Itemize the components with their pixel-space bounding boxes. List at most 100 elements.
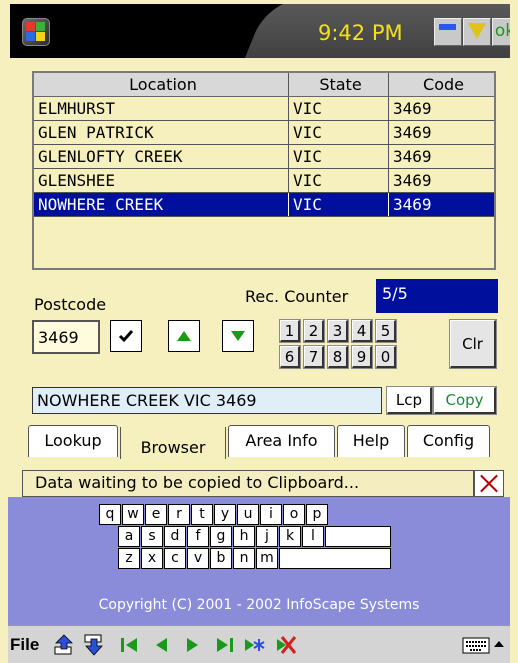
first-record-icon[interactable]: [118, 633, 142, 657]
confirm-button[interactable]: [110, 320, 142, 352]
key-p[interactable]: p: [306, 504, 328, 525]
key-space[interactable]: [279, 548, 391, 569]
table-row[interactable]: GLEN PATRICK VIC 3469: [34, 121, 494, 145]
key-k[interactable]: k: [279, 526, 301, 547]
keypad-button-3[interactable]: 3: [327, 319, 349, 343]
key-x[interactable]: x: [141, 548, 163, 569]
clear-button[interactable]: Clr: [449, 319, 497, 369]
key-b[interactable]: b: [210, 548, 232, 569]
grid-header: Location State Code: [34, 73, 494, 97]
keypad-button-1[interactable]: 1: [279, 319, 301, 343]
location-cell: ELMHURST: [34, 97, 289, 120]
keypad-button-7[interactable]: 7: [303, 345, 325, 369]
checkmark-icon: [118, 330, 134, 343]
keypad-button-8[interactable]: 8: [327, 345, 349, 369]
rec-counter-value: 5/5: [376, 279, 498, 313]
key-h[interactable]: h: [233, 526, 255, 547]
key-q[interactable]: q: [99, 504, 121, 525]
keypad-button-2[interactable]: 2: [303, 319, 325, 343]
keypad-button-5[interactable]: 5: [375, 319, 397, 343]
tab-config[interactable]: Config: [407, 425, 490, 457]
delete-record-icon[interactable]: [274, 633, 298, 657]
key-f[interactable]: f: [187, 526, 209, 547]
key-t[interactable]: t: [191, 504, 213, 525]
key-z[interactable]: z: [118, 548, 140, 569]
keypad-button-9[interactable]: 9: [351, 345, 373, 369]
key-o[interactable]: o: [283, 504, 305, 525]
title-bar: 9:42 PM ok: [10, 4, 510, 58]
key-r[interactable]: r: [168, 504, 190, 525]
input-menu-arrow-icon[interactable]: [492, 633, 506, 657]
column-header-state[interactable]: State: [289, 73, 389, 96]
keypad-button-0[interactable]: 0: [375, 345, 397, 369]
close-icon[interactable]: [474, 470, 504, 497]
table-row-selected[interactable]: NOWHERE CREEK VIC 3469: [34, 193, 494, 217]
code-cell: 3469: [393, 147, 432, 166]
rec-counter-label: Rec. Counter: [245, 287, 349, 306]
state-cell: VIC: [289, 97, 389, 120]
keypad-button-4[interactable]: 4: [351, 319, 373, 343]
previous-icon[interactable]: [150, 633, 174, 657]
ok-button[interactable]: ok: [492, 18, 510, 46]
key-i[interactable]: i: [260, 504, 282, 525]
key-s[interactable]: s: [141, 526, 163, 547]
next-icon[interactable]: [180, 633, 204, 657]
location-cell: GLENSHEE: [34, 169, 289, 192]
last-record-icon[interactable]: [212, 633, 236, 657]
key-e[interactable]: e: [145, 504, 167, 525]
clock[interactable]: 9:42 PM: [318, 21, 403, 45]
minimize-button[interactable]: [434, 18, 462, 46]
tab-area-info[interactable]: Area Info: [228, 425, 335, 457]
state-cell: VIC: [289, 145, 389, 168]
key-w[interactable]: w: [122, 504, 144, 525]
lcp-button[interactable]: Lcp: [386, 386, 433, 415]
code-cell: 3469: [393, 123, 432, 142]
key-n[interactable]: n: [233, 548, 255, 569]
key-enter[interactable]: [325, 526, 391, 547]
table-row[interactable]: ELMHURST VIC 3469: [34, 97, 494, 121]
keyboard-icon[interactable]: [462, 633, 490, 657]
code-cell: 3469: [393, 171, 432, 190]
start-menu-icon[interactable]: [22, 18, 50, 46]
postcode-label: Postcode: [34, 295, 107, 314]
key-y[interactable]: y: [214, 504, 236, 525]
tab-browser[interactable]: Browser: [120, 427, 226, 459]
import-down-icon[interactable]: [82, 633, 106, 657]
location-cell: NOWHERE CREEK: [34, 193, 289, 216]
state-cell: VIC: [289, 169, 389, 192]
bottom-toolbar: File: [8, 625, 510, 663]
column-header-code[interactable]: Code: [389, 73, 494, 96]
column-header-location[interactable]: Location: [34, 73, 289, 96]
key-j[interactable]: j: [256, 526, 278, 547]
key-u[interactable]: u: [237, 504, 259, 525]
next-record-button[interactable]: [222, 320, 254, 352]
key-g[interactable]: g: [210, 526, 232, 547]
previous-record-button[interactable]: [168, 320, 200, 352]
dropdown-menu-button[interactable]: [463, 18, 491, 46]
table-row[interactable]: GLENLOFTY CREEK VIC 3469: [34, 145, 494, 169]
postcode-input[interactable]: 3469: [32, 320, 100, 354]
copy-button[interactable]: Copy: [433, 386, 497, 415]
code-cell: 3469: [393, 195, 432, 214]
address-field[interactable]: NOWHERE CREEK VIC 3469: [32, 387, 382, 414]
key-d[interactable]: d: [164, 526, 186, 547]
state-cell: VIC: [289, 193, 389, 216]
key-m[interactable]: m: [256, 548, 278, 569]
key-v[interactable]: v: [187, 548, 209, 569]
code-cell: 3469: [393, 99, 432, 118]
arrow-down-icon: [231, 331, 245, 341]
table-row[interactable]: GLENSHEE VIC 3469: [34, 169, 494, 193]
keypad-button-6[interactable]: 6: [279, 345, 301, 369]
key-a[interactable]: a: [118, 526, 140, 547]
results-grid[interactable]: Location State Code ELMHURST VIC 3469 GL…: [32, 71, 496, 270]
location-cell: GLENLOFTY CREEK: [34, 145, 289, 168]
location-cell: GLEN PATRICK: [34, 121, 289, 144]
tab-help[interactable]: Help: [337, 425, 405, 457]
export-up-icon[interactable]: [52, 633, 76, 657]
key-c[interactable]: c: [164, 548, 186, 569]
tab-lookup[interactable]: Lookup: [28, 425, 118, 457]
key-l[interactable]: l: [302, 526, 324, 547]
file-menu[interactable]: File: [10, 635, 39, 655]
arrow-up-icon: [177, 331, 191, 341]
new-record-icon[interactable]: [242, 633, 266, 657]
